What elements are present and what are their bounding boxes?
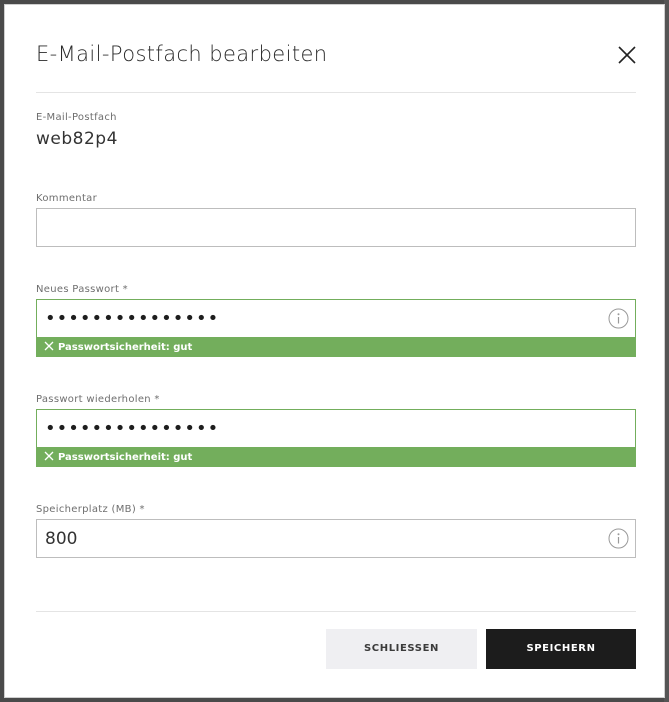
edit-mailbox-dialog: E-Mail-Postfach bearbeiten E-Mail-Postfa… (4, 4, 665, 698)
repeat-password-strength-text: Passwortsicherheit: gut (58, 452, 193, 463)
mailbox-value: web82p4 (36, 129, 118, 149)
info-icon[interactable] (608, 528, 629, 549)
dialog-header: E-Mail-Postfach bearbeiten (36, 5, 636, 93)
x-icon (44, 341, 54, 351)
storage-field (36, 519, 636, 558)
new-password-label: Neues Passwort * (36, 284, 128, 295)
repeat-password-label: Passwort wiederholen * (36, 394, 160, 405)
mailbox-label: E-Mail-Postfach (36, 112, 117, 123)
new-password-field[interactable]: ••••••••••••••• (36, 299, 636, 338)
footer-divider (36, 611, 636, 612)
comment-input[interactable] (37, 209, 635, 246)
dialog-title: E-Mail-Postfach bearbeiten (36, 42, 328, 66)
storage-label: Speicherplatz (MB) * (36, 504, 145, 515)
save-button[interactable]: SPEICHERN (486, 629, 636, 669)
new-password-strength: Passwortsicherheit: gut (36, 338, 636, 357)
new-password-strength-text: Passwortsicherheit: gut (58, 342, 193, 353)
comment-label: Kommentar (36, 193, 98, 204)
repeat-password-field[interactable]: ••••••••••••••• (36, 409, 636, 448)
repeat-password-strength: Passwortsicherheit: gut (36, 448, 636, 467)
x-icon (44, 451, 54, 461)
comment-field (36, 208, 636, 247)
storage-input[interactable] (37, 520, 635, 557)
close-dialog-button[interactable]: SCHLIESSEN (326, 629, 477, 669)
info-icon[interactable] (608, 308, 629, 329)
close-icon (618, 46, 636, 64)
close-button[interactable] (618, 46, 636, 64)
new-password-input[interactable]: ••••••••••••••• (45, 308, 219, 329)
repeat-password-input[interactable]: ••••••••••••••• (45, 418, 219, 439)
